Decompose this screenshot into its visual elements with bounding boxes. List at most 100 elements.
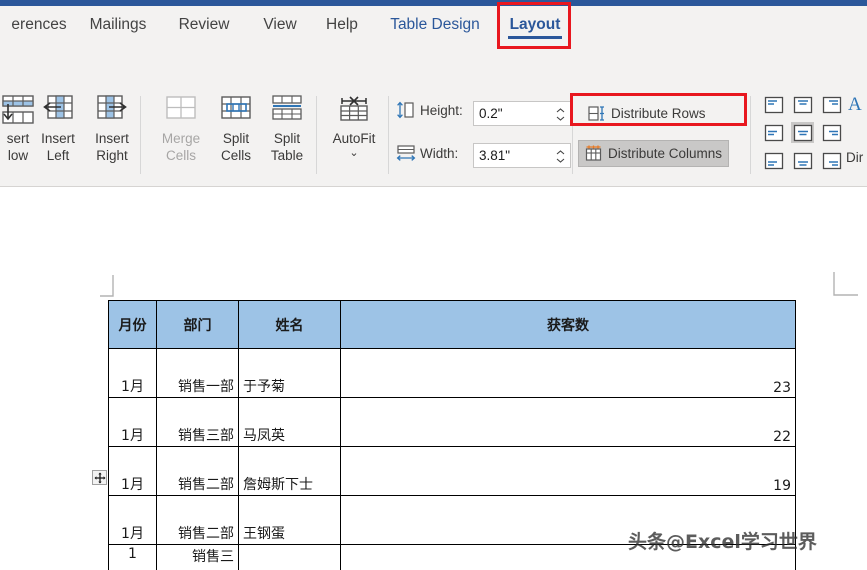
tab-label: Help: [326, 16, 358, 33]
insert-left-button[interactable]: Insert Left: [30, 92, 86, 164]
button-label-line1: Insert: [41, 131, 75, 146]
column-width-icon: [396, 144, 416, 162]
align-top-right-button[interactable]: [820, 94, 843, 115]
autofit-button[interactable]: AutoFit ⌄: [326, 92, 382, 159]
tab-label: Review: [178, 16, 230, 33]
chevron-up-icon[interactable]: [556, 150, 565, 155]
height-spinner[interactable]: 0.2": [473, 101, 571, 126]
table-header-cell[interactable]: 获客数: [340, 300, 796, 349]
table-cell-month[interactable]: 1: [108, 544, 157, 570]
text-direction-button[interactable]: Dir: [846, 150, 863, 165]
tab-view[interactable]: View: [252, 6, 308, 44]
width-spinner-arrows[interactable]: [556, 144, 565, 169]
table-cell-name[interactable]: 于予菊: [238, 348, 341, 398]
height-value: 0.2": [479, 106, 503, 121]
button-label-line2: low: [7, 148, 29, 163]
move-handle-icon: [94, 472, 105, 483]
group-separator: [140, 96, 141, 174]
table-header-cell[interactable]: 月份: [108, 300, 157, 349]
text-direction-label: Dir: [846, 150, 864, 165]
group-separator: [316, 96, 317, 174]
table-cell-count[interactable]: 22: [340, 397, 796, 447]
word-application-window: erences Mailings Review View Help Table …: [0, 0, 867, 570]
distribute-columns-icon: [585, 145, 602, 162]
row-height-icon: [396, 101, 416, 119]
table-cell-dept[interactable]: 销售一部: [156, 348, 239, 398]
table-cell-name[interactable]: 詹姆斯下士: [238, 446, 341, 496]
insert-right-button[interactable]: Insert Right: [84, 92, 140, 164]
annotation-box-layout-tab: [497, 2, 571, 49]
width-spinner[interactable]: 3.81": [473, 143, 571, 168]
table-cell-count[interactable]: 23: [340, 348, 796, 398]
split-cells-icon: [219, 92, 253, 126]
table-cell-month[interactable]: 1月: [108, 446, 157, 496]
table-column-width-field: Width:: [396, 140, 458, 166]
split-table-button[interactable]: Split Table: [259, 92, 315, 164]
align-top-left-button[interactable]: [762, 94, 785, 115]
table-cell-dept[interactable]: 销售三部: [156, 397, 239, 447]
button-label-line1: sert: [6, 131, 30, 146]
align-bottom-center-button[interactable]: [791, 150, 814, 171]
insert-column-left-icon: [41, 92, 75, 126]
tab-review[interactable]: Review: [168, 6, 240, 44]
split-table-icon: [270, 92, 304, 126]
tab-help[interactable]: Help: [316, 6, 368, 44]
tab-table-design[interactable]: Table Design: [376, 6, 494, 44]
table-cell-name[interactable]: [238, 544, 341, 570]
button-label-line1: AutoFit: [332, 131, 376, 146]
annotation-box-distribute-columns: [570, 93, 747, 126]
distribute-columns-button[interactable]: Distribute Columns: [578, 140, 730, 167]
chevron-down-icon[interactable]: [556, 158, 565, 163]
table-move-handle[interactable]: [92, 470, 107, 485]
button-label-line2: Table: [270, 148, 304, 163]
align-top-center-button[interactable]: [791, 94, 814, 115]
group-separator: [388, 96, 389, 174]
chevron-down-icon[interactable]: [556, 116, 565, 121]
table-cell-dept[interactable]: 销售三: [156, 544, 239, 570]
button-label-line2: Right: [96, 148, 128, 163]
height-spinner-arrows[interactable]: [556, 102, 565, 127]
tab-label: erences: [11, 16, 67, 33]
align-bottom-left-button[interactable]: [762, 150, 785, 171]
table-cell-month[interactable]: 1月: [108, 348, 157, 398]
page-margin-mark-left: [100, 275, 114, 297]
table-cell-name[interactable]: 马凤英: [238, 397, 341, 447]
autofit-icon: [337, 92, 371, 126]
table-header-cell[interactable]: 部门: [156, 300, 239, 349]
button-label-line2: Cells: [165, 148, 196, 163]
ribbon-tab-bar: erences Mailings Review View Help Table …: [0, 6, 867, 44]
document-canvas[interactable]: 月份 部门 姓名 获客数 1月 销售一部 于予菊 23 1月 销售三部 马凤英 …: [0, 187, 867, 570]
align-bottom-right-button[interactable]: [820, 150, 843, 171]
table-cell-count[interactable]: 19: [340, 446, 796, 496]
text-direction-a-icon[interactable]: A: [848, 94, 862, 116]
table-cell-dept[interactable]: 销售二部: [156, 446, 239, 496]
merge-cells-button[interactable]: Merge Cells: [153, 92, 209, 164]
tab-mailings[interactable]: Mailings: [78, 6, 158, 44]
tab-label: View: [263, 16, 297, 33]
button-label-line1: Split: [222, 131, 250, 146]
align-center-button[interactable]: [791, 122, 814, 143]
tab-label: Mailings: [89, 16, 147, 33]
table-cell-dept[interactable]: 销售二部: [156, 495, 239, 545]
split-cells-button[interactable]: Split Cells: [208, 92, 264, 164]
table-cell-month[interactable]: 1月: [108, 397, 157, 447]
height-label: Height:: [420, 102, 463, 118]
page-margin-mark-right: [833, 272, 858, 296]
chevron-up-icon[interactable]: [556, 108, 565, 113]
button-label-line1: Insert: [95, 131, 129, 146]
table-row[interactable]: 1月 销售一部 于予菊 23: [108, 348, 796, 398]
width-value: 3.81": [479, 148, 511, 163]
table-header-cell[interactable]: 姓名: [238, 300, 341, 349]
table-cell-month[interactable]: 1月: [108, 495, 157, 545]
table-row[interactable]: 1月 销售三部 马凤英 22: [108, 397, 796, 447]
table-header-row[interactable]: 月份 部门 姓名 获客数: [108, 300, 796, 349]
merge-cells-icon: [164, 92, 198, 126]
insert-column-right-icon: [95, 92, 129, 126]
table-cell-name[interactable]: 王钢蛋: [238, 495, 341, 545]
align-center-left-button[interactable]: [762, 122, 785, 143]
align-center-right-button[interactable]: [820, 122, 843, 143]
table-row-height-field: Height:: [396, 97, 463, 123]
table-row[interactable]: 1月 销售二部 詹姆斯下士 19: [108, 446, 796, 496]
chevron-down-icon[interactable]: ⌄: [349, 147, 358, 159]
tab-references[interactable]: erences: [0, 6, 78, 44]
